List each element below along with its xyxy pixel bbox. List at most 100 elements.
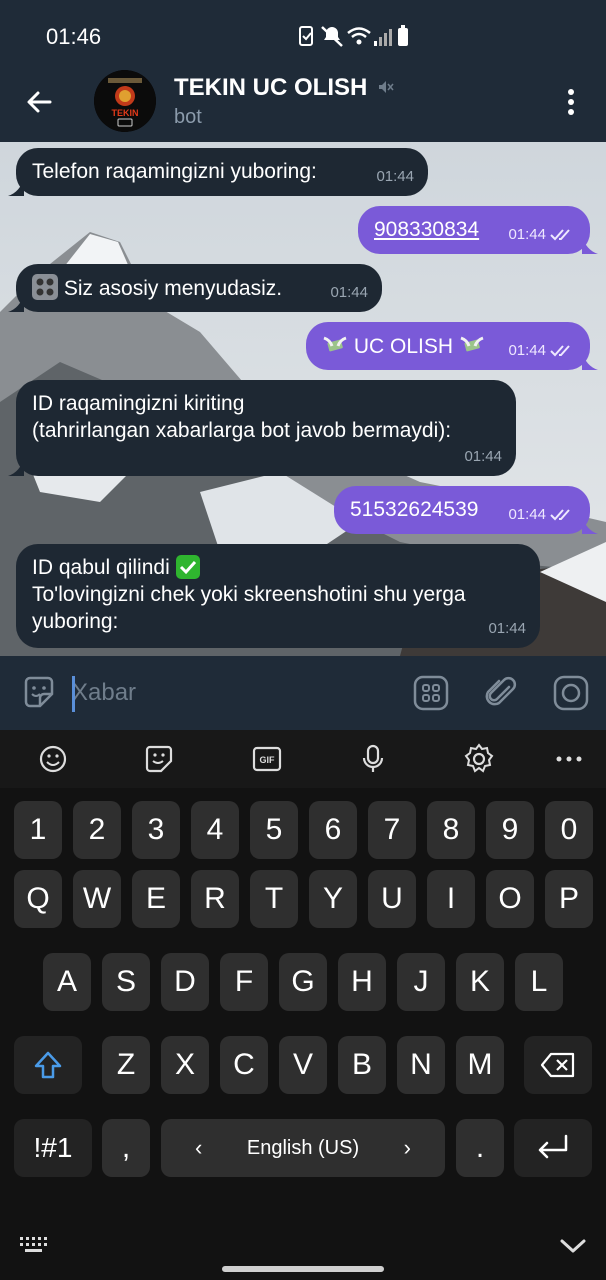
key-j[interactable]: J: [397, 953, 445, 1011]
message-meta: 01:44: [488, 615, 526, 642]
bot-avatar[interactable]: TEKIN: [94, 70, 156, 132]
money-wings-emoji-icon: [459, 332, 485, 358]
key-m[interactable]: M: [456, 1036, 504, 1094]
message-text: Siz asosiy menyudasiz.: [63, 277, 283, 300]
chevron-left-icon: ‹: [195, 1135, 203, 1160]
signal-icon: [374, 29, 392, 46]
key-8[interactable]: 8: [427, 801, 475, 859]
key-0[interactable]: 0: [545, 801, 593, 859]
message-input[interactable]: [72, 674, 392, 712]
key-t[interactable]: T: [250, 870, 298, 928]
key-p[interactable]: P: [545, 870, 593, 928]
key-x[interactable]: X: [161, 1036, 209, 1094]
key-a[interactable]: A: [43, 953, 91, 1011]
message-text: UC OLISH: [353, 335, 454, 358]
enter-icon: [538, 1134, 568, 1159]
control-knobs-emoji-icon: [32, 274, 58, 300]
key-e[interactable]: E: [132, 870, 180, 928]
message-text-line: ID qabul qilindi: [32, 554, 524, 581]
keyboard: 1 2 3 4 5 6 7 8 9 0 Q W E R T Y U I O P …: [0, 788, 606, 1208]
key-2[interactable]: 2: [73, 801, 121, 859]
message-text: 51532624539: [350, 498, 479, 521]
bot-commands-icon[interactable]: [412, 674, 450, 712]
key-o[interactable]: O: [486, 870, 534, 928]
message-text-line: (tahrirlangan xabarlarga bot javob berma…: [32, 419, 452, 442]
message-incoming[interactable]: ID raqamingizni kiriting (tahrirlangan x…: [8, 380, 516, 476]
backspace-key[interactable]: [524, 1036, 592, 1094]
message-text: ID qabul qilindi: [32, 556, 170, 579]
key-y[interactable]: Y: [309, 870, 357, 928]
avatar-image: TEKIN: [94, 70, 156, 132]
battery-saver-icon: [299, 26, 313, 46]
chat-area[interactable]: Telefon raqamingizni yuboring: 01:44 908…: [0, 142, 606, 656]
key-z[interactable]: Z: [102, 1036, 150, 1094]
more-vertical-icon[interactable]: [556, 84, 586, 120]
key-w[interactable]: W: [73, 870, 121, 928]
period-key[interactable]: .: [456, 1119, 504, 1177]
enter-key[interactable]: [514, 1119, 592, 1177]
key-s[interactable]: S: [102, 953, 150, 1011]
shift-key[interactable]: [14, 1036, 82, 1094]
key-c[interactable]: C: [220, 1036, 268, 1094]
key-4[interactable]: 4: [191, 801, 239, 859]
keyboard-switch-icon[interactable]: [18, 1234, 50, 1256]
key-3[interactable]: 3: [132, 801, 180, 859]
chevron-right-icon: ›: [403, 1135, 411, 1160]
key-9[interactable]: 9: [486, 801, 534, 859]
key-f[interactable]: F: [220, 953, 268, 1011]
hide-keyboard-chevron-icon[interactable]: [558, 1236, 588, 1256]
mute-notification-icon: [321, 26, 343, 47]
key-n[interactable]: N: [397, 1036, 445, 1094]
emoji-icon[interactable]: [36, 742, 70, 776]
key-r[interactable]: R: [191, 870, 239, 928]
camera-icon[interactable]: [552, 674, 590, 712]
shift-arrow-icon: [34, 1051, 62, 1079]
message-meta: 01:44: [330, 279, 368, 306]
back-arrow-icon[interactable]: [20, 82, 60, 122]
message-time: 01:44: [508, 226, 546, 243]
message-incoming[interactable]: Telefon raqamingizni yuboring: 01:44: [8, 148, 428, 196]
home-indicator[interactable]: [222, 1266, 384, 1272]
key-k[interactable]: K: [456, 953, 504, 1011]
symbols-key[interactable]: !#1: [14, 1119, 92, 1177]
more-icon[interactable]: [552, 742, 586, 776]
key-6[interactable]: 6: [309, 801, 357, 859]
settings-icon[interactable]: [462, 742, 496, 776]
key-l[interactable]: L: [515, 953, 563, 1011]
key-q[interactable]: Q: [14, 870, 62, 928]
status-icons: [299, 25, 408, 47]
message-incoming[interactable]: Siz asosiy menyudasiz. 01:44: [8, 264, 382, 312]
message-time: 01:44: [488, 620, 526, 637]
key-g[interactable]: G: [279, 953, 327, 1011]
phone-link[interactable]: 908330834: [374, 218, 479, 241]
key-h[interactable]: H: [338, 953, 386, 1011]
key-b[interactable]: B: [338, 1036, 386, 1094]
attach-paperclip-icon[interactable]: [482, 674, 520, 712]
key-u[interactable]: U: [368, 870, 416, 928]
message-meta: 01:44: [508, 501, 576, 528]
key-d[interactable]: D: [161, 953, 209, 1011]
key-i[interactable]: I: [427, 870, 475, 928]
message-outgoing[interactable]: UC OLISH 01:44: [306, 322, 598, 370]
key-7[interactable]: 7: [368, 801, 416, 859]
message-text-line: ID raqamingizni kiriting: [32, 392, 245, 415]
space-key[interactable]: ‹ English (US) ›: [161, 1119, 445, 1177]
message-incoming[interactable]: ID qabul qilindi To'lovingizni chek yoki…: [16, 544, 540, 648]
key-5[interactable]: 5: [250, 801, 298, 859]
sticker-icon[interactable]: [142, 742, 176, 776]
key-v[interactable]: V: [279, 1036, 327, 1094]
comma-key[interactable]: ,: [102, 1119, 150, 1177]
double-check-icon: [550, 344, 570, 356]
message-outgoing[interactable]: 908330834 01:44: [358, 206, 598, 254]
message-outgoing[interactable]: 51532624539 01:44: [334, 486, 598, 534]
message-time: 01:44: [508, 506, 546, 523]
bubble-tail: [8, 178, 24, 196]
money-wings-emoji-icon: [322, 332, 348, 358]
key-1[interactable]: 1: [14, 801, 62, 859]
mic-icon[interactable]: [356, 742, 390, 776]
gif-icon[interactable]: GIF: [250, 742, 284, 776]
message-text-line: To'lovingizni chek yoki skreenshotini sh…: [32, 583, 466, 606]
message-text: Telefon raqamingizni yuboring:: [32, 160, 317, 183]
sticker-emoji-icon[interactable]: [20, 674, 58, 712]
bubble-tail: [8, 458, 24, 476]
